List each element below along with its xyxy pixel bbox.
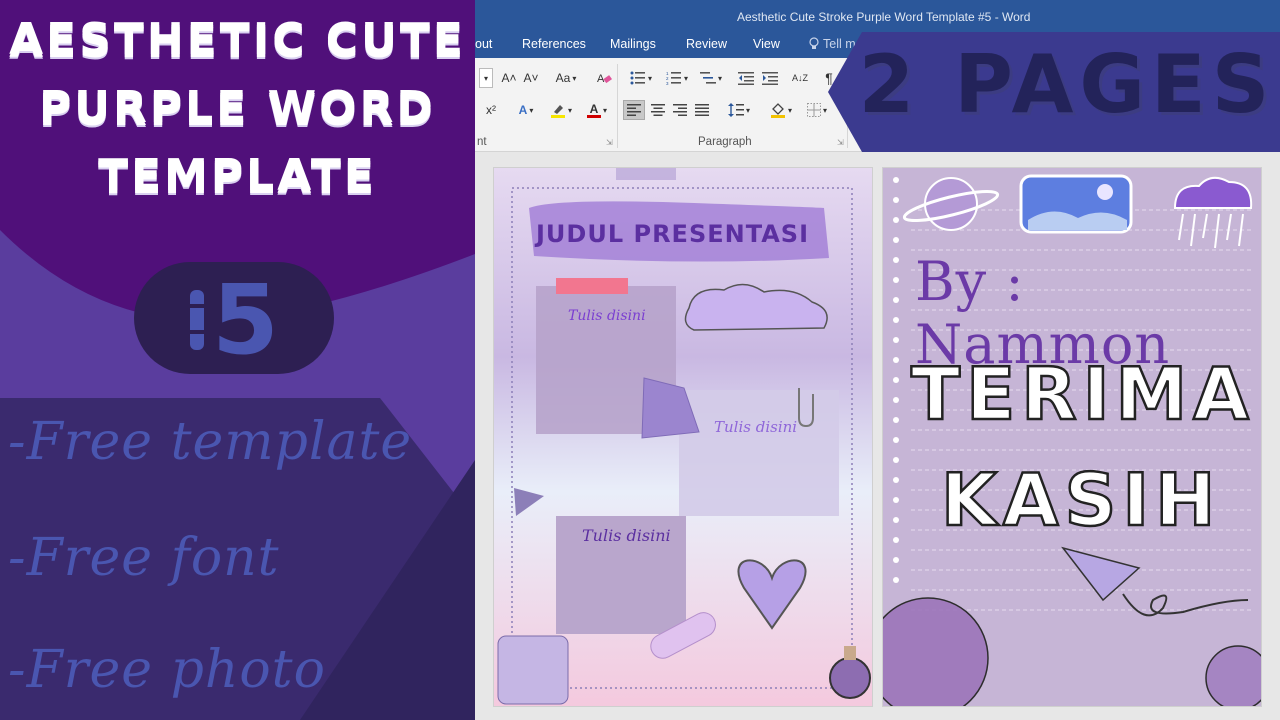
line-spacing-icon (727, 103, 744, 117)
change-case-button[interactable]: Aa ▾ (549, 68, 583, 88)
promo-title-line-1: AESTHETIC CUTE (9, 14, 466, 65)
paragraph-group-label: Paragraph (698, 136, 752, 148)
clear-formatting-button[interactable]: A (593, 68, 615, 88)
thanks-line-2[interactable]: KASIH (940, 457, 1221, 544)
text-effects-button[interactable]: A ▾ (511, 100, 541, 120)
borders-icon (806, 103, 821, 117)
pages-banner-text: 2 PAGES (858, 38, 1276, 131)
shrink-font-button[interactable]: A˅ (521, 68, 541, 88)
align-right-icon (673, 104, 687, 116)
numbered-list-icon: 1 2 3 (666, 71, 681, 85)
highlighter-icon (550, 105, 565, 118)
chevron-down-icon: ▾ (717, 73, 722, 83)
multilevel-list-button[interactable]: ▾ (695, 68, 727, 88)
page2-artwork (883, 168, 1261, 706)
tab-references[interactable]: References (522, 37, 586, 51)
chevron-down-icon: ▾ (822, 105, 827, 115)
template-number-badge: 5 (134, 262, 334, 376)
change-case-label: Aa (555, 71, 571, 85)
promo-title-line-3: TEMPLATE (98, 150, 377, 201)
bullets-button[interactable]: ▾ (625, 68, 657, 88)
bullet-free-photo: -Free photo (8, 640, 326, 700)
align-center-button[interactable] (647, 100, 669, 120)
superscript-button[interactable]: x² (481, 100, 501, 120)
svg-text:3: 3 (666, 81, 669, 85)
increase-indent-button[interactable] (759, 68, 781, 88)
tab-view[interactable]: View (753, 37, 780, 51)
hash-icon (186, 290, 210, 350)
page1-title[interactable]: JUDUL PRESENTASI (536, 220, 809, 248)
font-size-dropdown[interactable]: ▾ (479, 68, 493, 88)
lightbulb-icon (809, 37, 819, 49)
align-right-button[interactable] (669, 100, 691, 120)
shading-button[interactable]: ▾ (765, 100, 797, 120)
eraser-icon: A (597, 73, 612, 85)
font-color-button[interactable]: A ▾ (581, 100, 613, 120)
sort-button[interactable]: A↓Z (789, 68, 811, 88)
template-number: 5 (212, 264, 279, 376)
chevron-down-icon: ▾ (683, 73, 688, 83)
align-center-icon (651, 104, 665, 116)
increase-indent-icon (762, 72, 778, 85)
promo-panel: AESTHETIC CUTE PURPLE WORD TEMPLATE 5 -F… (0, 0, 475, 720)
font-color-swatch: A (586, 101, 601, 118)
chevron-down-icon: ▾ (602, 105, 607, 115)
text-effects-label: A (518, 103, 528, 117)
numbering-button[interactable]: 1 2 3 ▾ (661, 68, 693, 88)
note-text-2[interactable]: Tulis disini (714, 418, 797, 436)
document-page-1: JUDUL PRESENTASI Tulis disini Tulis disi… (493, 167, 873, 707)
red-color-bar (586, 114, 601, 118)
multilevel-list-icon (699, 72, 716, 84)
chevron-down-icon: ▾ (529, 105, 534, 115)
bullet-free-template: -Free template (8, 412, 413, 472)
bullet-list-icon (630, 71, 645, 85)
tab-review[interactable]: Review (686, 37, 727, 51)
group-separator (617, 64, 618, 148)
chevron-down-icon: ▾ (787, 105, 792, 115)
page1-artwork (494, 168, 872, 706)
tab-layout[interactable]: out (475, 37, 492, 51)
decrease-indent-button[interactable] (735, 68, 757, 88)
title-bar: Aesthetic Cute Stroke Purple Word Templa… (475, 0, 1280, 32)
line-spacing-button[interactable]: ▾ (723, 100, 755, 120)
thanks-line-1[interactable]: TERIMA (910, 351, 1255, 438)
align-left-button[interactable] (623, 100, 645, 120)
font-color-label: A (589, 101, 599, 116)
bullet-free-font: -Free font (8, 528, 280, 588)
justify-icon (695, 104, 709, 116)
decrease-indent-icon (738, 72, 754, 85)
document-page-2: By : Nammon TERIMA KASIH (882, 167, 1262, 707)
chevron-down-icon: ▾ (647, 73, 652, 83)
highlight-button[interactable]: ▾ (545, 100, 577, 120)
font-dialog-launcher-icon[interactable]: ⇲ (606, 138, 613, 147)
justify-button[interactable] (691, 100, 713, 120)
note-text-3[interactable]: Tulis disini (582, 526, 671, 545)
note-text-1[interactable]: Tulis disini (568, 308, 646, 324)
promo-title-line-2: PURPLE WORD (39, 82, 436, 133)
tab-mailings[interactable]: Mailings (610, 37, 656, 51)
chevron-down-icon: ▾ (483, 73, 488, 83)
font-group-label: nt (477, 136, 487, 148)
paint-bucket-icon (770, 103, 785, 118)
window-title: Aesthetic Cute Stroke Purple Word Templa… (737, 10, 1031, 24)
grow-font-button[interactable]: A˄ (499, 68, 519, 88)
align-left-icon (627, 104, 641, 116)
chevron-down-icon: ▾ (567, 105, 572, 115)
chevron-down-icon: ▾ (572, 73, 577, 83)
chevron-down-icon: ▾ (745, 105, 750, 115)
